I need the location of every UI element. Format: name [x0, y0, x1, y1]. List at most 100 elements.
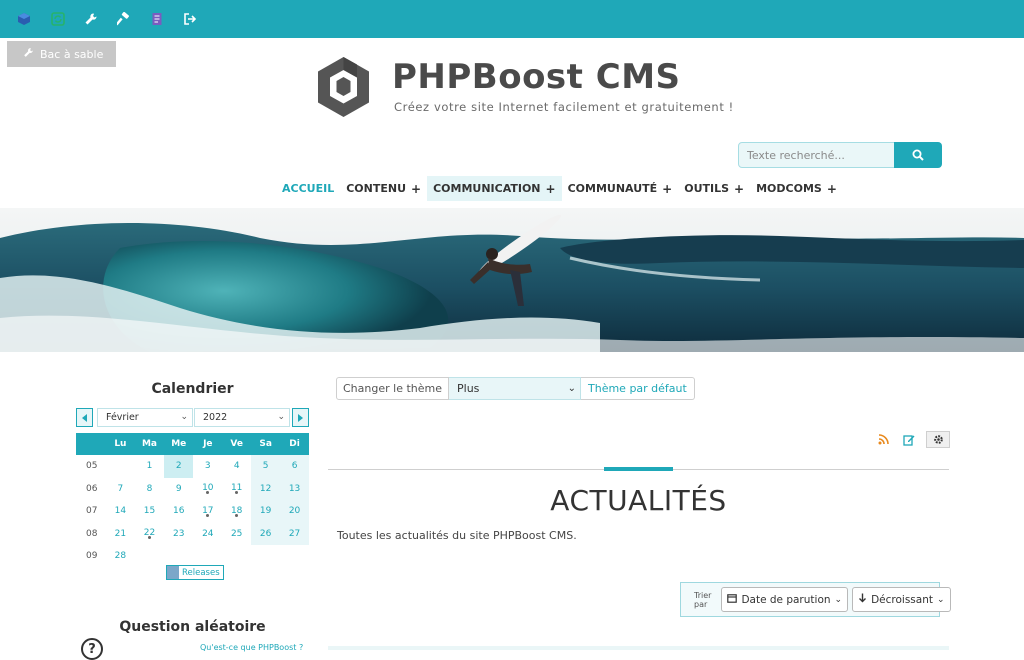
calendar-day-event[interactable]: 18	[222, 500, 251, 523]
sort-order-value: Décroissant	[871, 593, 933, 606]
search-button[interactable]	[894, 142, 942, 168]
calendar-day[interactable]: 28	[106, 545, 135, 568]
week-number: 07	[86, 506, 98, 517]
expand-plus-icon: +	[662, 181, 673, 196]
calendar-legend: Releases	[166, 565, 224, 580]
nav-item-outils[interactable]: OUTILS +	[678, 176, 750, 201]
random-question-link[interactable]: Qu'est-ce que PHPBoost ?	[200, 643, 303, 652]
logout-icon[interactable]	[182, 11, 198, 27]
calendar-day[interactable]: 12	[251, 477, 281, 500]
calendar-day[interactable]: 14	[106, 500, 135, 523]
default-theme-button[interactable]: Thème par défaut	[581, 377, 695, 400]
calendar-day[interactable]: 4	[222, 455, 251, 478]
calendar-day[interactable]: 7	[106, 478, 135, 501]
gear-icon[interactable]	[926, 431, 950, 448]
next-month-button[interactable]	[292, 408, 309, 427]
calendar-day[interactable]: 27	[280, 522, 309, 545]
calendar-day[interactable]: 25	[222, 523, 251, 546]
nav-item-label: COMMUNICATION	[433, 182, 541, 195]
weekday-header: Ve	[222, 433, 252, 455]
calendar-day[interactable]: 21	[106, 523, 135, 546]
theme-select[interactable]: Plus ⌄	[449, 377, 581, 400]
calendar-day[interactable]: 9	[164, 478, 193, 501]
chevron-down-icon: ⌄	[277, 412, 285, 422]
sort-controls: Trier par Date de parution ⌄ Décroissant…	[680, 582, 951, 617]
weekday-header: Sa	[251, 433, 281, 455]
calendar-day[interactable]: 1	[135, 455, 164, 478]
calendar-day-event[interactable]: 22	[135, 523, 164, 546]
content-edge	[328, 646, 949, 650]
calendar-day[interactable]: 6	[280, 455, 309, 478]
calendar-week-row: 05 1 2 3 4 5 6	[76, 455, 309, 478]
hammer-icon[interactable]	[116, 11, 132, 27]
calendar-day[interactable]: 16	[164, 500, 193, 523]
sort-field-select[interactable]: Date de parution ⌄	[721, 587, 849, 612]
sort-label: Trier par	[694, 590, 712, 609]
nav-item-modcoms[interactable]: MODCOMS +	[750, 176, 843, 201]
calendar-day[interactable]: 26	[251, 522, 281, 545]
calendar-day[interactable]: 19	[251, 500, 281, 523]
year-select[interactable]: 2022 ⌄	[194, 408, 290, 427]
nav-item-communication[interactable]: COMMUNICATION +	[427, 176, 562, 201]
cube-icon[interactable]	[16, 11, 32, 27]
module-actions	[874, 431, 950, 448]
theme-switcher: Changer le thème Plus ⌄ Thème par défaut	[336, 377, 695, 400]
calendar-day[interactable]: 8	[135, 478, 164, 501]
chevron-down-icon: ⌄	[567, 383, 576, 394]
site-logo[interactable]	[316, 56, 371, 118]
calendar-grid: Lu Ma Me Je Ve Sa Di 05 1 2 3 4 5 6 06 7…	[76, 433, 309, 568]
nav-item-label: ACCUEIL	[282, 182, 335, 195]
question-icon: ?	[81, 638, 103, 660]
week-number: 09	[86, 551, 98, 562]
prev-month-button[interactable]	[76, 408, 93, 427]
refresh-icon[interactable]	[50, 11, 66, 27]
month-value: Février	[106, 412, 139, 423]
wrench-icon[interactable]	[83, 11, 99, 27]
calendar-day-today[interactable]: 2	[164, 455, 194, 478]
expand-plus-icon: +	[545, 181, 556, 196]
search-input[interactable]	[738, 142, 895, 168]
sandbox-button[interactable]: Bac à sable	[7, 41, 116, 67]
calendar-day[interactable]: 20	[280, 500, 309, 523]
calendar-day[interactable]: 24	[193, 523, 222, 546]
search-icon	[912, 146, 924, 165]
calendar-week-row: 06 7 8 9 10 11 12 13	[76, 477, 309, 501]
notepad-icon[interactable]	[149, 11, 165, 27]
edit-icon[interactable]	[900, 431, 918, 448]
nav-item-contenu[interactable]: CONTENU +	[340, 176, 427, 201]
chevron-down-icon: ⌄	[834, 594, 843, 605]
expand-plus-icon: +	[826, 181, 837, 196]
calendar-day-event[interactable]: 10	[193, 478, 222, 501]
calendar-day-event[interactable]: 11	[222, 478, 251, 501]
calendar-day[interactable]: 13	[280, 477, 309, 500]
sort-field-value: Date de parution	[741, 593, 831, 606]
wrench-icon	[23, 47, 34, 61]
calendar-day[interactable]: 5	[251, 455, 281, 478]
calendar-day[interactable]: 23	[164, 523, 193, 546]
caret-right-icon	[297, 413, 303, 422]
day-number: 10	[202, 483, 214, 494]
week-number-header	[76, 433, 106, 455]
nav-item-label: CONTENU	[346, 182, 407, 195]
chevron-down-icon: ⌄	[180, 412, 188, 422]
calendar-day	[135, 545, 164, 568]
month-select[interactable]: Février ⌄	[97, 408, 193, 427]
calendar-nav: Février ⌄ 2022 ⌄	[76, 408, 309, 427]
calendar-day[interactable]: 15	[135, 500, 164, 523]
calendar-week-row: 07 14 15 16 17 18 19 20	[76, 500, 309, 523]
calendar-day[interactable]: 3	[193, 455, 222, 478]
rss-icon[interactable]	[874, 431, 892, 448]
site-title[interactable]: PHPBoost CMS	[392, 57, 681, 97]
day-number: 22	[143, 528, 156, 539]
theme-select-value: Plus	[457, 382, 480, 395]
sort-order-select[interactable]: Décroissant ⌄	[852, 587, 951, 612]
expand-plus-icon: +	[411, 181, 422, 196]
nav-item-communaute[interactable]: COMMUNAUTÉ +	[562, 176, 679, 201]
legend-label: Releases	[182, 567, 220, 578]
nav-item-accueil[interactable]: ACCUEIL	[276, 176, 340, 201]
calendar-day-event[interactable]: 17	[193, 500, 222, 523]
section-divider-accent	[604, 467, 673, 471]
admin-toolbar	[0, 0, 1024, 38]
random-question-title: Question aléatoire	[119, 619, 266, 635]
year-value: 2022	[203, 412, 228, 423]
